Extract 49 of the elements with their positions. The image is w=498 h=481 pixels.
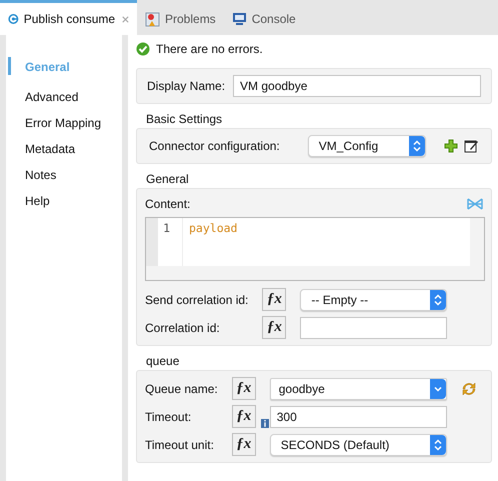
sidebar-item[interactable]: Notes	[8, 161, 56, 187]
code-line: payload	[189, 221, 238, 235]
tab[interactable]: Publish consume	[0, 0, 137, 35]
expression-button[interactable]: ƒx	[262, 288, 286, 311]
field-label: Timeout unit:	[145, 438, 215, 452]
c-logo-icon	[8, 12, 19, 26]
stepper-icon	[430, 290, 446, 310]
chevron-icon	[430, 378, 446, 398]
section-title: Basic Settings	[146, 112, 222, 126]
code-editor[interactable]: 1 payload	[145, 217, 485, 281]
config-dropdown[interactable]: VM_Config	[308, 135, 426, 157]
expression-button[interactable]: ƒx	[232, 405, 256, 428]
field-label: Send correlation id:	[145, 292, 248, 306]
stepper-icon	[430, 434, 446, 454]
section-title: queue	[146, 354, 180, 368]
combo-box[interactable]: goodbye	[270, 378, 447, 400]
text-field[interactable]	[300, 316, 447, 338]
tab[interactable]: Console	[224, 0, 304, 35]
dropdown[interactable]: -- Empty --	[300, 288, 447, 310]
info-icon	[260, 418, 269, 428]
section-title: General	[146, 172, 189, 186]
field-label: Content:	[145, 197, 190, 211]
display-name-field[interactable]: VM goodbye	[233, 75, 481, 97]
problems-icon	[145, 12, 160, 26]
expression-button[interactable]: ƒx	[232, 433, 256, 456]
field-label: Correlation id:	[145, 320, 221, 334]
timeout-field[interactable]: 300	[270, 406, 447, 428]
stepper-icon	[408, 136, 425, 156]
edit-icon[interactable]	[464, 139, 479, 153]
mapping-icon[interactable]	[467, 197, 483, 211]
field-label: Queue name:	[145, 382, 218, 396]
refresh-icon[interactable]	[461, 380, 477, 396]
tab[interactable]: Problems	[137, 0, 224, 35]
plus-icon[interactable]	[444, 139, 458, 153]
line-number: 1	[163, 221, 170, 235]
field-label: Timeout:	[145, 410, 192, 424]
field-label: Connector configuration:	[149, 139, 280, 153]
expression-button[interactable]: ƒx	[232, 377, 256, 400]
monitor-icon	[232, 12, 247, 26]
field-label: Display Name:	[147, 79, 226, 93]
sidebar-item[interactable]: Advanced	[8, 83, 78, 109]
expression-button[interactable]: ƒx	[262, 316, 286, 339]
close-icon[interactable]	[122, 14, 129, 24]
sidebar-item[interactable]: Help	[8, 187, 50, 213]
dropdown[interactable]: SECONDS (Default)	[270, 434, 447, 456]
check-icon	[136, 42, 150, 56]
sidebar-item[interactable]: Metadata	[8, 135, 76, 161]
status-message: There are no errors.	[156, 42, 263, 56]
sidebar-item[interactable]: Error Mapping	[8, 109, 102, 135]
